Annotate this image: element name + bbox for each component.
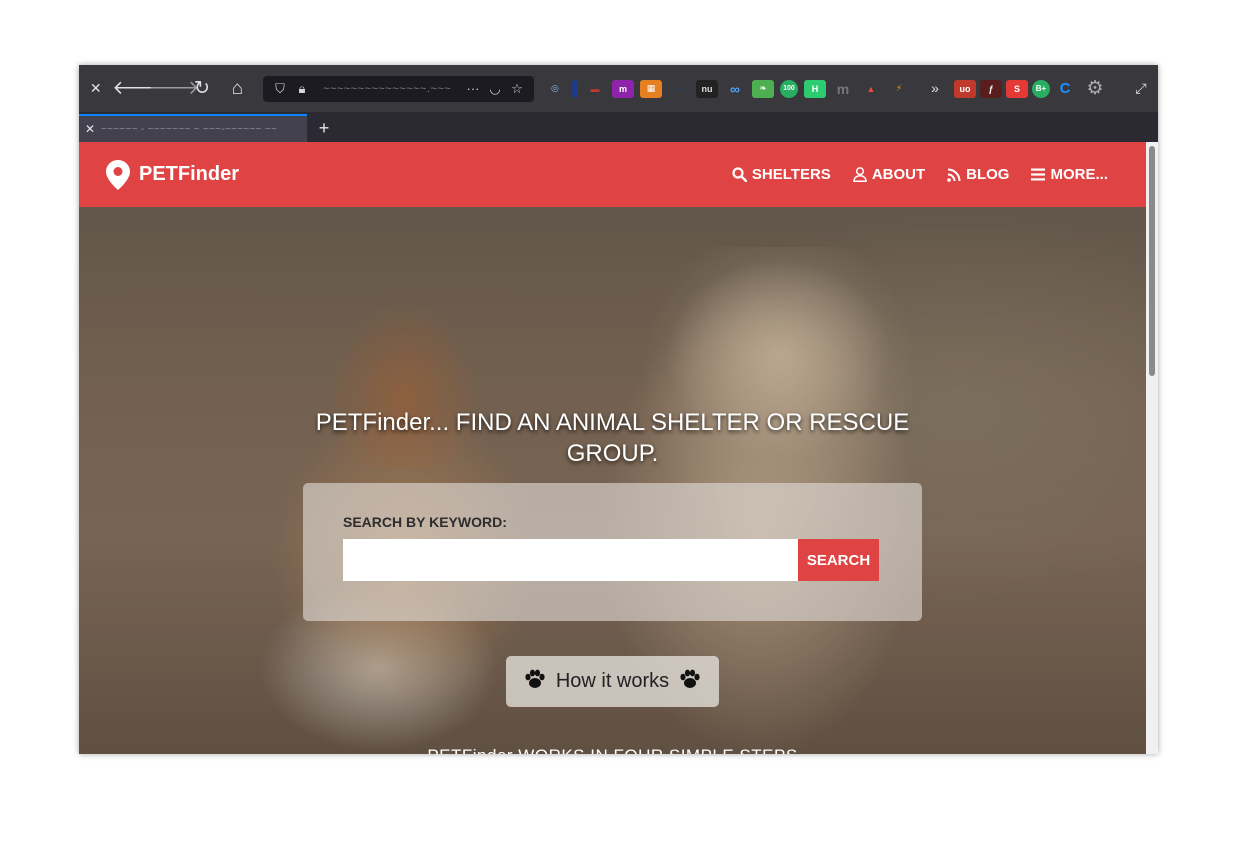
nav-about[interactable]: ABOUT <box>853 166 925 183</box>
hero-title: PETFinder... FIND AN ANIMAL SHELTER OR R… <box>79 407 1146 469</box>
tab-strip: ✕ ~~~~~~ - ~~~~~~~ ~ ~~~-~~~~~~ ~~ + <box>79 112 1158 142</box>
steps-heading: PETFinder WORKS IN FOUR SIMPLE STEPS <box>79 746 1146 754</box>
browser-toolbar: ✕ 🡐 🡒 ↻ ⌂ ⛉ 🔒︎ ~~~~~~~~~~~~~~~.~~~ ··· ◡… <box>79 65 1158 112</box>
nav-links: SHELTERS ABOUT BLOG MORE... <box>732 166 1108 183</box>
tab-active[interactable]: ✕ ~~~~~~ - ~~~~~~~ ~ ~~~-~~~~~~ ~~ <box>79 114 307 142</box>
bookmark-star-icon[interactable]: ☆ <box>506 81 528 97</box>
rss-icon <box>947 168 961 182</box>
m-gray-extension-icon[interactable]: m <box>832 80 854 98</box>
how-it-works-button[interactable]: How it works <box>506 656 719 707</box>
b-plus-extension-icon[interactable]: B+ <box>1031 79 1050 98</box>
url-text[interactable]: ~~~~~~~~~~~~~~~.~~~ <box>323 83 462 95</box>
nav-more[interactable]: MORE... <box>1031 166 1108 183</box>
leaf-extension-icon[interactable]: ❧ <box>751 79 774 98</box>
menu-icon <box>1031 168 1046 181</box>
home-icon[interactable]: ⌂ <box>220 65 255 112</box>
nav-about-label[interactable]: ABOUT <box>872 166 925 183</box>
ublock-extension-icon[interactable]: uo <box>953 79 976 98</box>
brand-link[interactable]: PETFinder <box>105 159 239 191</box>
nav-blog[interactable]: BLOG <box>947 166 1009 183</box>
infinity-extension-icon[interactable]: ∞ <box>724 80 746 98</box>
search-button[interactable]: SEARCH <box>798 539 879 581</box>
dark-extension-icon[interactable]: ● <box>668 80 690 98</box>
search-panel: SEARCH BY KEYWORD: SEARCH <box>303 483 922 621</box>
url-bar[interactable]: ⛉ 🔒︎ ~~~~~~~~~~~~~~~.~~~ ··· ◡ ☆ <box>262 75 534 102</box>
m-extension-icon[interactable]: m <box>611 79 634 98</box>
color-mountain-extension-icon[interactable]: ▲ <box>860 80 882 98</box>
hero-title-text: PETFinder... FIND AN ANIMAL SHELTER OR R… <box>315 409 910 467</box>
nu-extension-icon[interactable]: nu <box>695 79 718 98</box>
shield-icon[interactable]: ⛉ <box>269 81 291 97</box>
s-extension-icon[interactable]: S <box>1005 79 1028 98</box>
c-extension-icon[interactable]: C <box>1054 80 1076 98</box>
hundred-extension-icon[interactable]: 100 <box>779 79 798 98</box>
lock-icon[interactable]: 🔒︎ <box>291 81 313 97</box>
red-extension-icon[interactable]: ▬ <box>584 80 606 98</box>
site-navbar: PETFinder SHELTERS ABOUT BLOG MORE... <box>79 142 1146 207</box>
script-extension-icon[interactable]: ƒ <box>979 79 1002 98</box>
back-icon[interactable]: 🡐 <box>112 65 163 112</box>
tab-close-icon[interactable]: ✕ <box>85 122 101 136</box>
page-scrollbar[interactable] <box>1146 142 1158 754</box>
search-input[interactable] <box>343 539 798 581</box>
paw-icon <box>679 669 701 695</box>
h-extension-icon[interactable]: H <box>803 79 826 98</box>
nav-shelters-label[interactable]: SHELTERS <box>752 166 831 183</box>
map-pin-icon <box>105 159 131 191</box>
search-label: SEARCH BY KEYWORD: <box>343 514 507 530</box>
nav-more-label[interactable]: MORE... <box>1050 166 1108 183</box>
search-icon <box>732 167 747 182</box>
tab-title: ~~~~~~ - ~~~~~~~ ~ ~~~-~~~~~~ ~~ <box>101 123 278 135</box>
fingerprint-extension-icon[interactable]: ◎ <box>544 80 566 98</box>
gear-icon[interactable]: ⚙ <box>1080 65 1110 112</box>
pocket-icon[interactable]: ◡ <box>484 81 506 97</box>
page-viewport: PETFinder... FIND AN ANIMAL SHELTER OR R… <box>79 142 1146 754</box>
user-icon <box>853 167 867 182</box>
nav-blog-label[interactable]: BLOG <box>966 166 1009 183</box>
orange-extension-icon[interactable]: ▦ <box>639 79 662 98</box>
page-actions-icon[interactable]: ··· <box>462 81 484 96</box>
reload-icon[interactable]: ↻ <box>184 65 219 112</box>
hero-section: PETFinder... FIND AN ANIMAL SHELTER OR R… <box>79 207 1146 754</box>
scrollbar-thumb[interactable] <box>1149 146 1155 376</box>
bar-extension-icon[interactable] <box>571 79 578 98</box>
nav-shelters[interactable]: SHELTERS <box>732 166 831 183</box>
forward-icon[interactable]: 🡒 <box>148 65 199 112</box>
extensions-bar: ◎ ▬ m ▦ ● nu ∞ ❧ 100 H m ▲ ⚡ <box>544 79 910 98</box>
paw-icon <box>524 669 546 695</box>
new-tab-icon[interactable]: + <box>307 114 341 142</box>
browser-window: ✕ 🡐 🡒 ↻ ⌂ ⛉ 🔒︎ ~~~~~~~~~~~~~~~.~~~ ··· ◡… <box>79 65 1158 754</box>
bolt-extension-icon[interactable]: ⚡ <box>888 80 910 98</box>
fullscreen-icon[interactable]: ⤢ <box>1124 65 1158 112</box>
toolbar-right: » uo ƒ S B+ C ⚙ ⤢ <box>920 65 1158 112</box>
how-it-works-label: How it works <box>555 670 670 692</box>
overflow-chevron-icon[interactable]: » <box>920 65 950 112</box>
close-icon[interactable]: ✕ <box>79 65 112 112</box>
brand-name[interactable]: PETFinder <box>139 163 239 186</box>
